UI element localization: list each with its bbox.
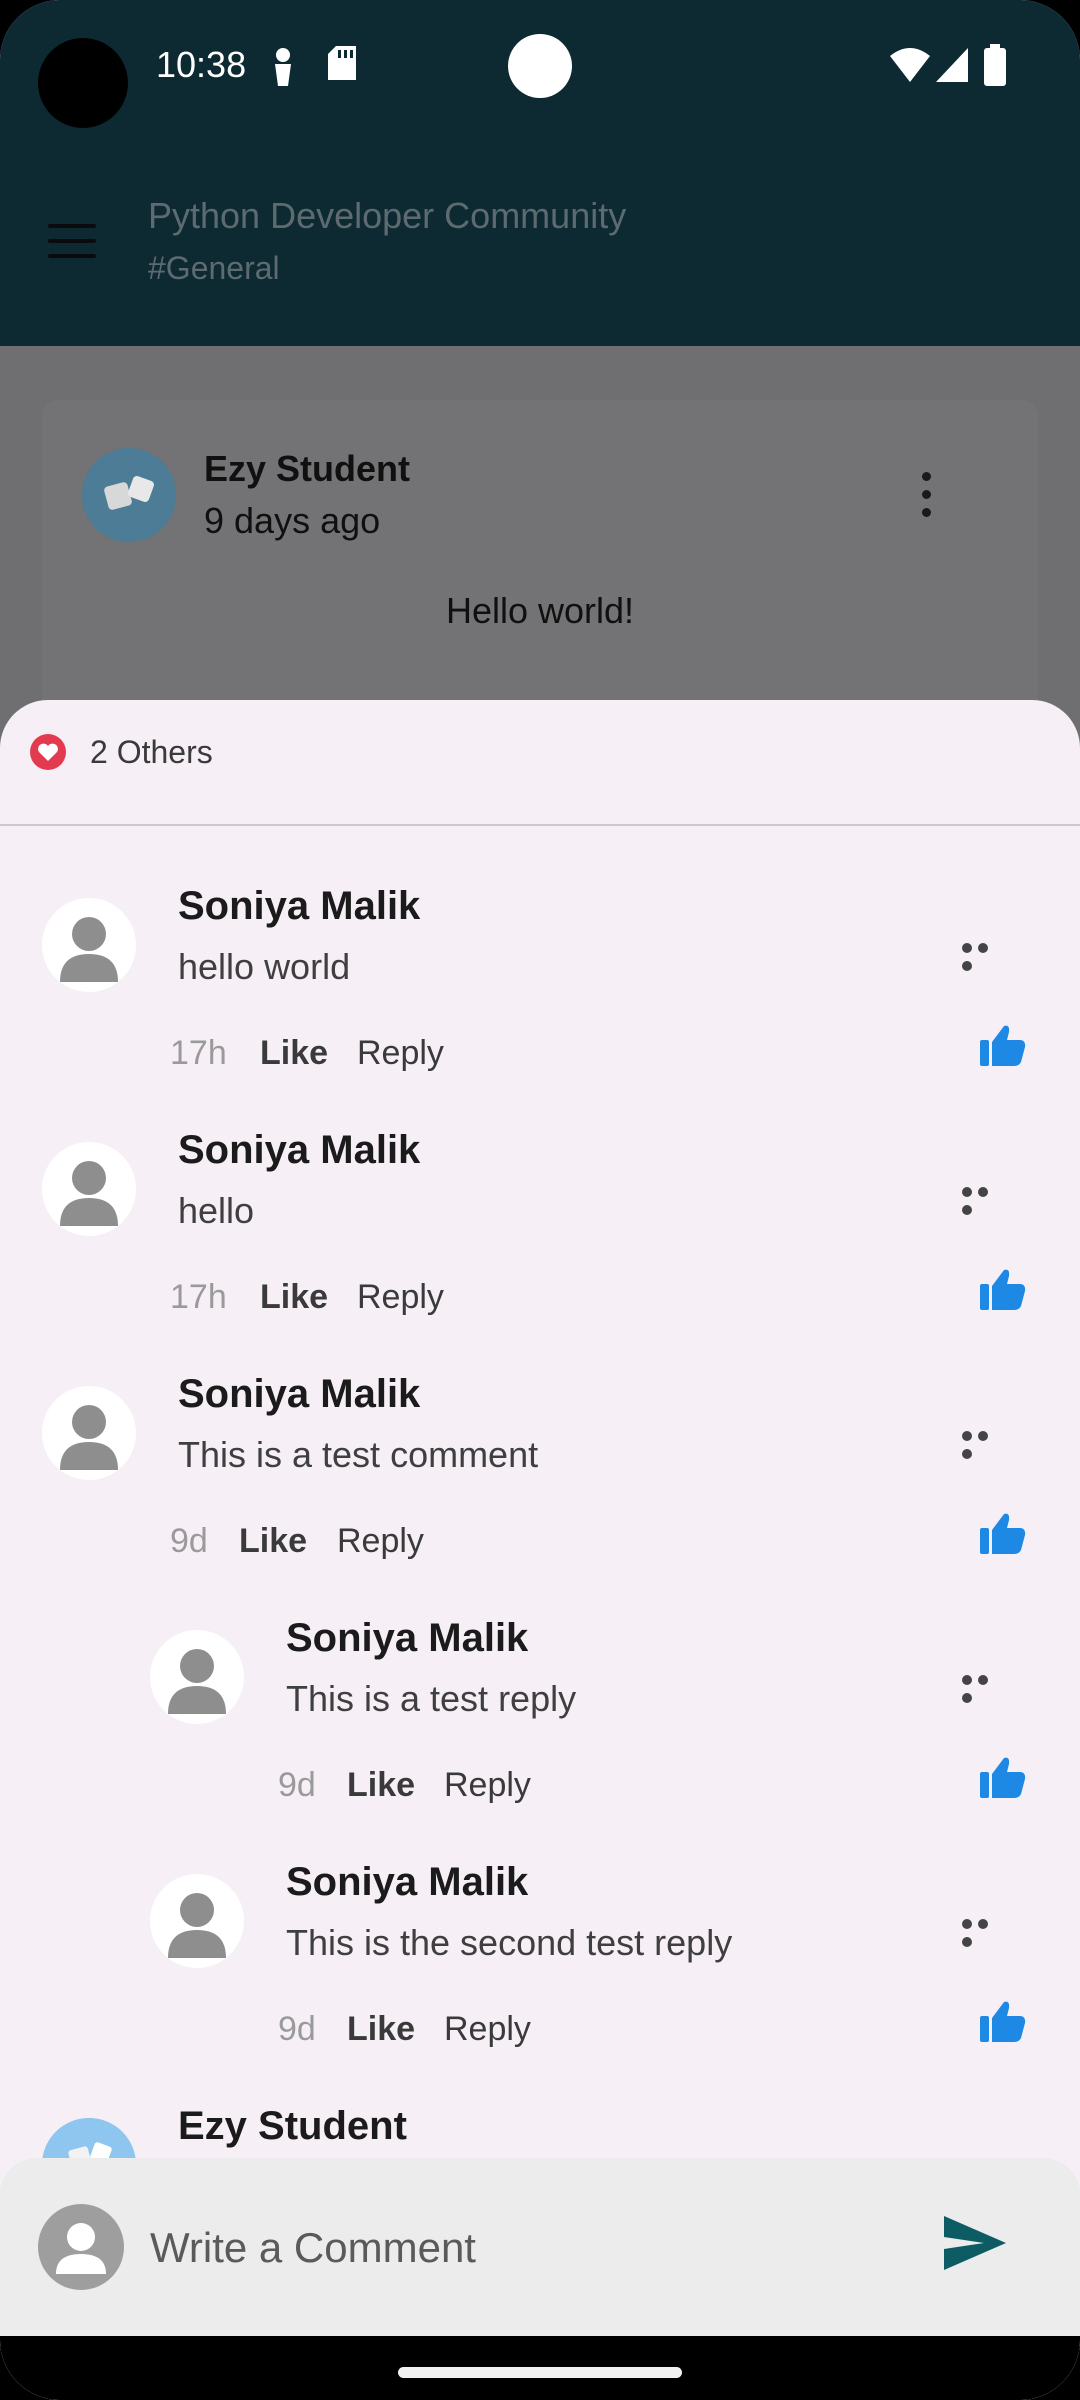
thumbs-up-icon[interactable]: [980, 1268, 1026, 1310]
wifi-icon: [890, 48, 930, 82]
comment-author: Soniya Malik: [178, 1372, 421, 1416]
comment-composer: [0, 2158, 1080, 2336]
thumbs-up-icon[interactable]: [980, 2000, 1026, 2042]
reply-button[interactable]: Reply: [357, 1034, 444, 1073]
like-button[interactable]: Like: [239, 1522, 307, 1561]
user-avatar-icon: [38, 2204, 124, 2290]
comment-input[interactable]: [150, 2220, 910, 2276]
reply-button[interactable]: Reply: [357, 1278, 444, 1317]
app-title: Python Developer Community: [148, 195, 627, 236]
reactions-row[interactable]: 2 Others: [0, 700, 1080, 826]
more-icon[interactable]: [962, 940, 1008, 971]
post-author-name: Ezy Student: [204, 448, 411, 489]
post-author-avatar: [82, 448, 176, 542]
comment-time: 9d: [278, 1766, 316, 1804]
home-indicator[interactable]: [398, 2367, 682, 2378]
comment-time: 9d: [170, 1522, 208, 1560]
front-camera: [38, 38, 128, 128]
like-button[interactable]: Like: [347, 2010, 415, 2049]
thumbs-up-icon[interactable]: [980, 1756, 1026, 1798]
comment-item: Soniya Malik hello 17h Like Reply: [0, 1116, 1080, 1360]
like-button[interactable]: Like: [260, 1278, 328, 1317]
reply-item: Soniya Malik This is a test reply 9d Lik…: [0, 1604, 1080, 1848]
comment-author: Soniya Malik: [178, 1128, 421, 1172]
menu-icon[interactable]: [48, 224, 96, 269]
post-text: Hello world!: [445, 590, 635, 631]
comment-author: Ezy Student: [178, 2104, 407, 2148]
comment-item: Soniya Malik This is a test comment 9d L…: [0, 1360, 1080, 1604]
comment-author: Soniya Malik: [286, 1616, 529, 1660]
more-icon[interactable]: [962, 1184, 1008, 1215]
comment-author: Soniya Malik: [178, 884, 421, 928]
comment-text: hello: [178, 1190, 255, 1231]
screen: 10:38 Python Developer Community #Genera…: [0, 0, 1080, 2400]
sd-card-icon: [328, 46, 356, 80]
signal-icon: [936, 48, 968, 82]
heart-icon: [30, 734, 66, 770]
reply-button[interactable]: Reply: [444, 1766, 531, 1805]
reply-button[interactable]: Reply: [337, 1522, 424, 1561]
comment-text: This is a test comment: [178, 1434, 539, 1475]
camera-cutout: [508, 34, 572, 98]
like-button[interactable]: Like: [347, 1766, 415, 1805]
comment-text: hello world: [178, 946, 351, 987]
more-icon[interactable]: [962, 1916, 1008, 1947]
app-bar: 10:38 Python Developer Community #Genera…: [0, 0, 1080, 346]
comment-item: Soniya Malik hello world 17h Like Reply: [0, 872, 1080, 1116]
comments-sheet: 2 Others Soniya Malik hello world 17h Li…: [0, 700, 1080, 2400]
avatar: [150, 1630, 244, 1724]
post-time: 9 days ago: [204, 500, 381, 541]
status-time: 10:38: [156, 44, 247, 85]
avatar: [42, 1386, 136, 1480]
avatar: [42, 898, 136, 992]
thumbs-up-icon[interactable]: [980, 1024, 1026, 1066]
comment-author: Soniya Malik: [286, 1860, 529, 1904]
more-icon[interactable]: [962, 1428, 1008, 1459]
comment-text: This is a test reply: [286, 1678, 577, 1719]
channel-subtitle: #General: [148, 250, 280, 286]
comment-time: 9d: [278, 2010, 316, 2048]
like-button[interactable]: Like: [260, 1034, 328, 1073]
reply-item: Soniya Malik This is the second test rep…: [0, 1848, 1080, 2092]
send-icon[interactable]: [944, 2216, 1006, 2270]
avatar: [150, 1874, 244, 1968]
notification-icon: [275, 48, 291, 86]
post-more-icon[interactable]: [922, 472, 932, 526]
comment-text: This is the second test reply: [286, 1922, 733, 1963]
comment-time: 17h: [170, 1034, 227, 1072]
comment-time: 17h: [170, 1278, 227, 1316]
thumbs-up-icon[interactable]: [980, 1512, 1026, 1554]
avatar: [42, 1142, 136, 1236]
battery-icon: [984, 44, 1006, 86]
reply-button[interactable]: Reply: [444, 2010, 531, 2049]
more-icon[interactable]: [962, 1672, 1008, 1703]
reactions-count: 2 Others: [90, 734, 213, 770]
